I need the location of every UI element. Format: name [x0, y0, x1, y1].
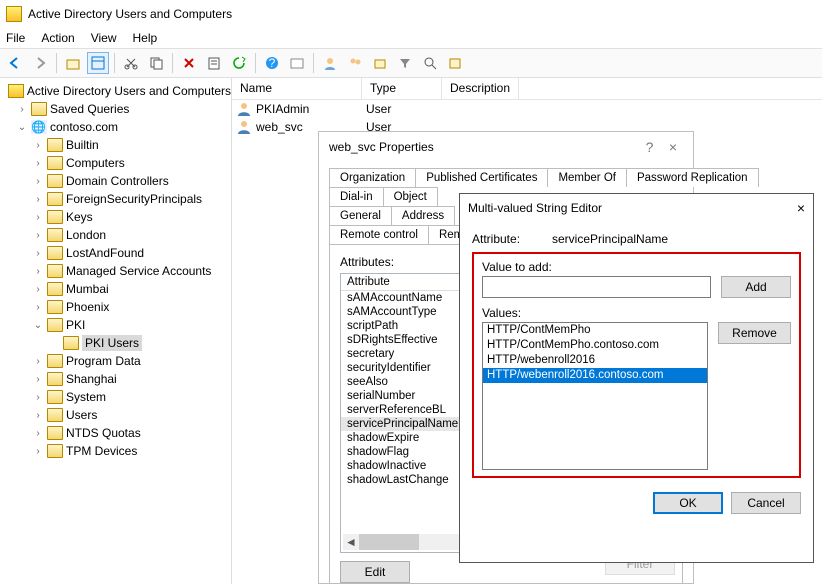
mv-attribute-label: Attribute:	[472, 232, 552, 246]
copy-button[interactable]	[145, 52, 167, 74]
mv-cancel-button[interactable]: Cancel	[731, 492, 801, 514]
mv-remove-button[interactable]: Remove	[718, 322, 791, 344]
tree-system[interactable]: ›System	[0, 388, 231, 406]
tab-dialin[interactable]: Dial-in	[329, 187, 384, 206]
tree-london[interactable]: ›London	[0, 226, 231, 244]
tab-remote-control[interactable]: Remote control	[329, 225, 429, 244]
tree-users[interactable]: ›Users	[0, 406, 231, 424]
find-button[interactable]	[286, 52, 308, 74]
menu-file[interactable]: File	[6, 31, 25, 45]
tree-program-data[interactable]: ›Program Data	[0, 352, 231, 370]
back-button[interactable]	[4, 52, 26, 74]
tree-pki[interactable]: ⌄PKI	[0, 316, 231, 334]
col-name[interactable]: Name	[232, 78, 362, 99]
edit-button[interactable]: Edit	[340, 561, 410, 583]
multivalue-editor-dialog: Multi-valued String Editor × Attribute: …	[459, 193, 814, 563]
menu-help[interactable]: Help	[133, 31, 158, 45]
tree-shanghai[interactable]: ›Shanghai	[0, 370, 231, 388]
list-header: Name Type Description	[232, 78, 822, 100]
user-icon	[236, 101, 252, 117]
tree-pki-users[interactable]: PKI Users	[0, 334, 231, 352]
tree-lostandfound[interactable]: ›LostAndFound	[0, 244, 231, 262]
tree-tpm[interactable]: ›TPM Devices	[0, 442, 231, 460]
properties-button[interactable]	[203, 52, 225, 74]
tab-published-certs[interactable]: Published Certificates	[416, 168, 548, 187]
tree-builtin[interactable]: ›Builtin	[0, 136, 231, 154]
tree-mumbai[interactable]: ›Mumbai	[0, 280, 231, 298]
menu-action[interactable]: Action	[41, 31, 74, 45]
col-desc[interactable]: Description	[442, 78, 519, 99]
tree-pane[interactable]: Active Directory Users and Computers ›Sa…	[0, 78, 232, 584]
mv-values-list[interactable]: HTTP/ContMemPhoHTTP/ContMemPho.contoso.c…	[482, 322, 708, 470]
mv-highlight-box: Value to add: Add Values: HTTP/ContMemPh…	[472, 252, 801, 478]
properties-titlebar: web_svc Properties ? ×	[319, 132, 693, 162]
refresh-button[interactable]	[228, 52, 250, 74]
tab-member-of[interactable]: Member Of	[548, 168, 627, 187]
mv-value-item[interactable]: HTTP/ContMemPho.contoso.com	[483, 338, 707, 353]
tree-ntds[interactable]: ›NTDS Quotas	[0, 424, 231, 442]
cut-button[interactable]	[120, 52, 142, 74]
title-bar: Active Directory Users and Computers	[0, 0, 822, 28]
tab-password-replication[interactable]: Password Replication	[627, 168, 759, 187]
user-icon-button[interactable]	[319, 52, 341, 74]
tab-object[interactable]: Object	[384, 187, 438, 206]
window-title: Active Directory Users and Computers	[28, 7, 232, 21]
mv-values-label: Values:	[482, 306, 791, 320]
tab-organization[interactable]: Organization	[329, 168, 416, 187]
search-button[interactable]	[419, 52, 441, 74]
mv-ok-button[interactable]: OK	[653, 492, 723, 514]
mv-value-item[interactable]: HTTP/webenroll2016	[483, 353, 707, 368]
tree-root[interactable]: Active Directory Users and Computers	[0, 82, 231, 100]
tree-keys[interactable]: ›Keys	[0, 208, 231, 226]
tab-general[interactable]: General	[329, 206, 392, 225]
app-icon	[6, 6, 22, 22]
tree-computers[interactable]: ›Computers	[0, 154, 231, 172]
forward-button[interactable]	[29, 52, 51, 74]
tree-msa[interactable]: ›Managed Service Accounts	[0, 262, 231, 280]
toolbar: ?	[0, 48, 822, 78]
up-button[interactable]	[62, 52, 84, 74]
mv-value-input[interactable]	[482, 276, 711, 298]
extra-button[interactable]	[444, 52, 466, 74]
properties-title: web_svc Properties	[329, 140, 434, 154]
mv-attribute-value: servicePrincipalName	[552, 232, 801, 246]
multivalue-title: Multi-valued String Editor	[468, 201, 602, 215]
multivalue-titlebar: Multi-valued String Editor ×	[460, 194, 813, 222]
help-button[interactable]: ?	[261, 52, 283, 74]
detail-pane-button[interactable]	[87, 52, 109, 74]
menu-view[interactable]: View	[91, 31, 117, 45]
tree-saved-queries[interactable]: ›Saved Queries	[0, 100, 231, 118]
tree-fsp[interactable]: ›ForeignSecurityPrincipals	[0, 190, 231, 208]
mv-value-item[interactable]: HTTP/webenroll2016.contoso.com	[483, 368, 707, 383]
properties-close-button[interactable]: ×	[663, 139, 683, 155]
list-row-pkiadmin[interactable]: PKIAdmin User	[232, 100, 822, 118]
mv-value-to-add-label: Value to add:	[482, 260, 791, 274]
delete-button[interactable]	[178, 52, 200, 74]
ou-icon-button[interactable]	[369, 52, 391, 74]
tree-domain[interactable]: ⌄🌐contoso.com	[0, 118, 231, 136]
mv-value-item[interactable]: HTTP/ContMemPho	[483, 323, 707, 338]
group-icon-button[interactable]	[344, 52, 366, 74]
tree-phoenix[interactable]: ›Phoenix	[0, 298, 231, 316]
mv-add-button[interactable]: Add	[721, 276, 791, 298]
tab-address[interactable]: Address	[392, 206, 455, 225]
user-icon	[236, 119, 252, 135]
multivalue-close-button[interactable]: ×	[797, 200, 805, 216]
filter-button[interactable]	[394, 52, 416, 74]
col-type[interactable]: Type	[362, 78, 442, 99]
tree-domain-controllers[interactable]: ›Domain Controllers	[0, 172, 231, 190]
menu-bar: File Action View Help	[0, 28, 822, 48]
svg-text:?: ?	[269, 56, 276, 70]
properties-help-button[interactable]: ?	[640, 139, 660, 155]
